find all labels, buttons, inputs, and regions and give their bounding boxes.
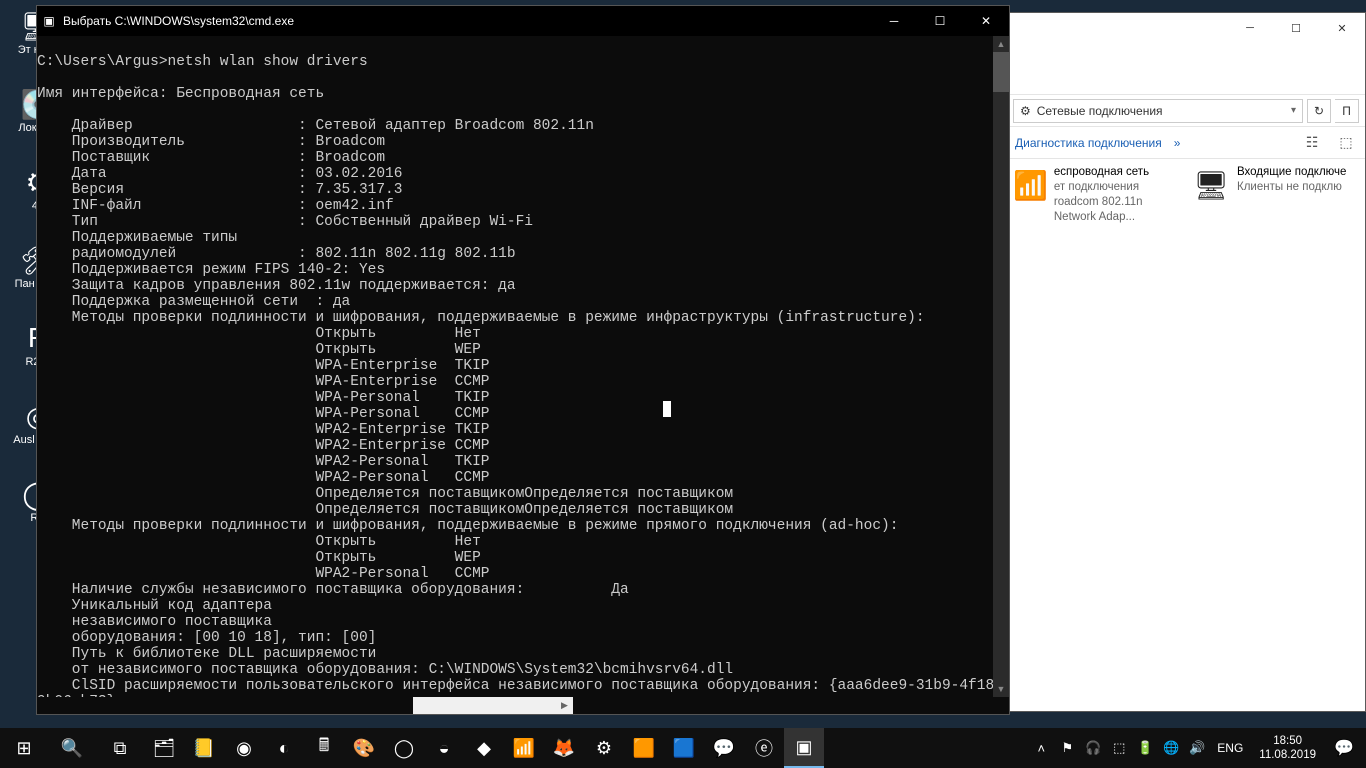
explorer-ribbon (1007, 43, 1365, 95)
refresh-button[interactable]: ↻ (1307, 99, 1331, 123)
dota-icon[interactable]: ◆ (464, 728, 504, 768)
cmd-window: ▣ Выбрать C:\WINDOWS\system32\cmd.exe ─ … (36, 5, 1010, 715)
task-view-button[interactable]: ⧉ (96, 728, 144, 768)
cmd-title: Выбрать C:\WINDOWS\system32\cmd.exe (61, 14, 871, 28)
calculator-icon[interactable]: 🖩 (304, 728, 344, 768)
address-text: Сетевые подключения (1037, 104, 1163, 118)
scroll-down-icon[interactable]: ▼ (993, 681, 1009, 697)
file-explorer-icon[interactable]: 🗂 (144, 728, 184, 768)
close-button[interactable]: ✕ (1319, 13, 1365, 43)
search-button[interactable]: П (1335, 99, 1359, 123)
system-tray: ˄ ⚑ 🎧 ⬚ 🔋 🌐 🔊 ENG 18:50 11.08.2019 💬 (1029, 728, 1366, 768)
scroll-thumb[interactable] (993, 52, 1009, 92)
adapter-name: Входящие подключе (1237, 165, 1346, 180)
search-button[interactable]: 🔍 (48, 728, 96, 768)
network-icon: ⚙ (1020, 104, 1031, 118)
explorer-content: 📶 еспроводная сеть ет подключения roadco… (1007, 159, 1365, 231)
cmd-titlebar[interactable]: ▣ Выбрать C:\WINDOWS\system32\cmd.exe ─ … (37, 6, 1009, 36)
clock[interactable]: 18:50 11.08.2019 (1251, 734, 1324, 762)
adapter-device: roadcom 802.11n Network Adap... (1054, 195, 1181, 225)
explorer-toolbar: Диагностика подключения » ☷ ⬚ (1007, 127, 1365, 159)
close-button[interactable]: ✕ (963, 6, 1009, 36)
incoming-conn-icon: 🖥 (1191, 165, 1231, 205)
start-button[interactable]: ⊞ (0, 728, 48, 768)
adapter-status: Клиенты не подклю (1237, 180, 1346, 195)
taskbar: ⊞ 🔍 ⧉ 🗂 📒 ◉ ◐ 🖩 🎨 ◯ ◒ ◆ 📶 🦊 ⚙ 🟧 🟦 💬 ⓔ ▣ … (0, 728, 1366, 768)
messenger-icon[interactable]: 💬 (704, 728, 744, 768)
chevron-down-icon[interactable]: ▾ (1291, 105, 1296, 116)
volume-icon[interactable]: 🔊 (1185, 728, 1209, 768)
view-icon[interactable]: ☷ (1301, 132, 1323, 154)
edge-icon[interactable]: ⓔ (744, 728, 784, 768)
tray-overflow-icon[interactable]: ˄ (1029, 728, 1053, 768)
address-bar[interactable]: ⚙ Сетевые подключения ▾ (1013, 99, 1303, 123)
adapter-status: ет подключения (1054, 180, 1181, 195)
notification-center-icon[interactable]: 💬 (1326, 728, 1362, 768)
toolbar-overflow[interactable]: » (1174, 136, 1181, 150)
cmd-taskbar-icon[interactable]: ▣ (784, 728, 824, 768)
text-cursor (663, 401, 671, 417)
date: 11.08.2019 (1259, 748, 1316, 762)
vertical-scrollbar[interactable]: ▲ ▼ (993, 36, 1009, 697)
tray-icon[interactable]: ⚑ (1055, 728, 1079, 768)
wifi-app-icon[interactable]: 📶 (504, 728, 544, 768)
tray-icon[interactable]: 🎧 (1081, 728, 1105, 768)
steam-icon[interactable]: ◐ (264, 728, 304, 768)
chrome-icon[interactable]: ◯ (384, 728, 424, 768)
horizontal-scrollbar[interactable]: ◀ ▶ (37, 697, 1009, 714)
explorer-titlebar[interactable]: ─ ☐ ✕ (1007, 13, 1365, 43)
firefox-icon[interactable]: 🦊 (544, 728, 584, 768)
settings-icon[interactable]: ⚙ (584, 728, 624, 768)
cmd-output[interactable]: C:\Users\Argus>netsh wlan show drivers И… (37, 36, 1009, 714)
discord-icon[interactable]: ◒ (424, 728, 464, 768)
notepad-icon[interactable]: 📒 (184, 728, 224, 768)
adapter-name: еспроводная сеть (1054, 165, 1181, 180)
network-adapter-item[interactable]: 📶 еспроводная сеть ет подключения roadco… (1013, 165, 1181, 225)
scroll-track[interactable] (413, 697, 573, 714)
scroll-right-icon[interactable]: ▶ (556, 697, 573, 714)
time: 18:50 (1259, 734, 1316, 748)
address-bar-row: ⚙ Сетевые подключения ▾ ↻ П (1007, 95, 1365, 127)
network-tray-icon[interactable]: 🌐 (1159, 728, 1183, 768)
language-indicator[interactable]: ENG (1211, 741, 1249, 755)
app-icon[interactable]: 🟦 (664, 728, 704, 768)
network-adapter-item[interactable]: 🖥 Входящие подключе Клиенты не подклю (1191, 165, 1359, 225)
minimize-button[interactable]: ─ (1227, 13, 1273, 43)
maximize-button[interactable]: ☐ (1273, 13, 1319, 43)
tray-icon[interactable]: ⬚ (1107, 728, 1131, 768)
cmd-icon: ▣ (37, 14, 61, 28)
diagnose-link[interactable]: Диагностика подключения (1015, 136, 1162, 150)
paint-icon[interactable]: 🎨 (344, 728, 384, 768)
minimize-button[interactable]: ─ (871, 6, 917, 36)
battery-icon[interactable]: 🔋 (1133, 728, 1157, 768)
app-icon[interactable]: 🟧 (624, 728, 664, 768)
wifi-adapter-icon: 📶 (1013, 165, 1048, 205)
maximize-button[interactable]: ☐ (917, 6, 963, 36)
teamspeak-icon[interactable]: ◉ (224, 728, 264, 768)
scroll-up-icon[interactable]: ▲ (993, 36, 1009, 52)
explorer-window: ─ ☐ ✕ ⚙ Сетевые подключения ▾ ↻ П Диагно… (1006, 12, 1366, 712)
help-icon[interactable]: ⬚ (1335, 132, 1357, 154)
